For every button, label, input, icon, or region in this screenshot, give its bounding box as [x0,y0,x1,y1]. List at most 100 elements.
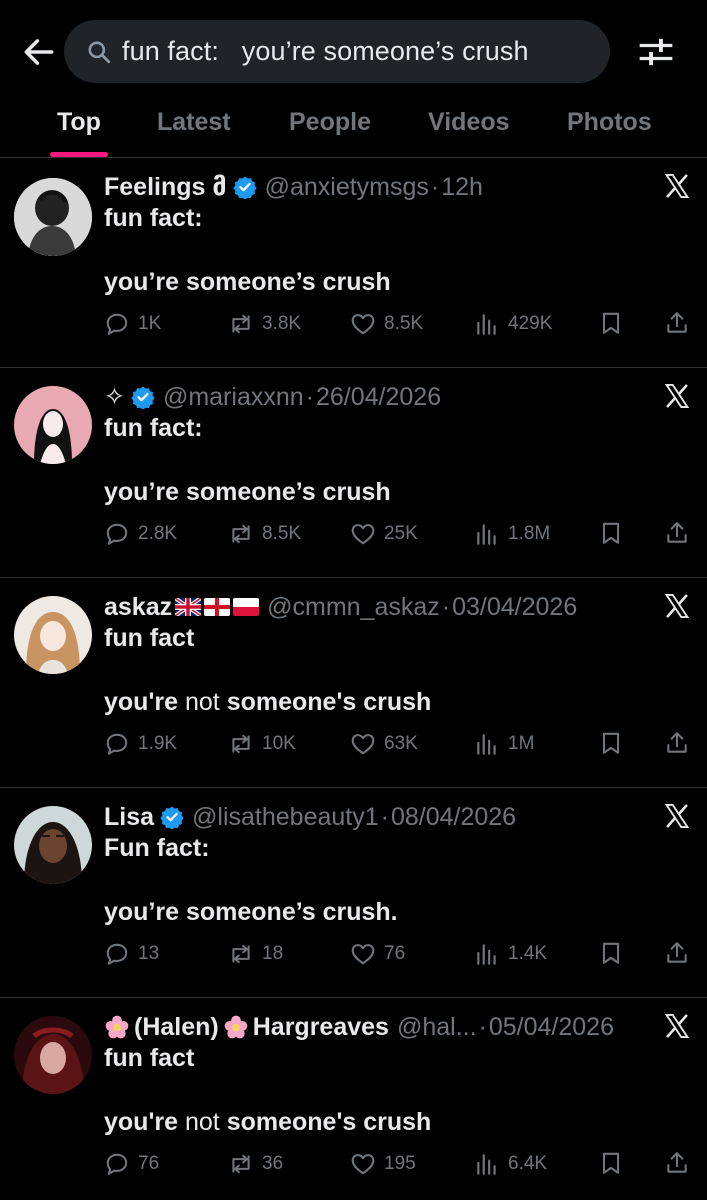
post-header: Lisa @lisathebeauty1 · 08/04/2026 [104,800,516,834]
author-name-part[interactable]: Hargreaves [253,1013,389,1042]
reply-icon [104,1151,130,1177]
share-icon[interactable] [664,730,690,756]
post-text-line1: fun fact: [104,204,203,232]
share-icon[interactable] [664,1150,690,1176]
avatar[interactable] [14,386,92,464]
reply-button[interactable]: 13 [104,938,159,970]
author-name[interactable]: askaz [104,593,172,622]
author-name-part[interactable]: (Halen) [134,1013,219,1042]
author-handle[interactable]: @cmmn_askaz [267,593,440,622]
tab-latest[interactable]: Latest [157,108,231,137]
post-header: (Halen) Hargreaves @hal... · 05/04/2026 [104,1010,614,1044]
post-header: askaz @cmmn_askaz · 03/04/2026 [104,590,577,624]
reply-button[interactable]: 2.8K [104,518,177,550]
avatar-image-icon [14,386,92,464]
post-actions: 1K 3.8K 8.5K 429K [104,308,694,340]
author-handle[interactable]: @lisathebeauty1 [192,803,379,832]
tab-people[interactable]: People [289,108,371,137]
share-icon[interactable] [664,940,690,966]
tab-top[interactable]: Top [57,108,101,137]
repost-button[interactable]: 8.5K [228,518,301,550]
search-input[interactable]: fun fact: you’re someone’s crush [64,20,610,83]
like-count: 76 [384,943,406,964]
x-logo-icon[interactable] [663,592,691,620]
post-item[interactable]: askaz @cmmn_askaz · 03/04/2026 fun fact … [0,578,707,788]
like-button[interactable]: 63K [350,728,418,760]
post-time[interactable]: 08/04/2026 [391,803,516,832]
post-item[interactable]: (Halen) Hargreaves @hal... · 05/04/2026 … [0,998,707,1200]
search-icon [88,41,111,64]
like-count: 63K [384,733,418,754]
like-icon [350,521,376,547]
repost-icon [228,1151,254,1177]
x-logo-icon[interactable] [663,802,691,830]
avatar[interactable] [14,178,92,256]
views-button[interactable]: 1.8M [474,518,550,550]
avatar[interactable] [14,1016,92,1094]
views-button[interactable]: 6.4K [474,1148,547,1180]
views-button[interactable]: 429K [474,308,552,340]
separator-dot: · [441,592,451,621]
post-time[interactable]: 05/04/2026 [489,1013,614,1042]
post-time[interactable]: 26/04/2026 [316,383,441,412]
repost-count: 3.8K [262,313,302,334]
bookmark-icon[interactable] [598,1150,624,1176]
post-text-line1: Fun fact: [104,834,210,862]
post-item[interactable]: Feelings მ @anxietymsgs · 12h fun fact: … [0,158,707,368]
post-actions: 13 18 76 1.4K [104,938,694,970]
post-text-part: you're [104,1108,185,1136]
separator-dot: · [430,172,440,201]
reply-icon [104,731,130,757]
views-button[interactable]: 1M [474,728,534,760]
search-filter-icon[interactable] [636,34,676,70]
like-button[interactable]: 76 [350,938,405,970]
views-count: 6.4K [508,1153,548,1174]
separator-dot: · [478,1012,487,1041]
avatar[interactable] [14,806,92,884]
x-logo-icon[interactable] [663,172,691,200]
share-icon[interactable] [664,520,690,546]
avatar-image-icon [14,1016,92,1094]
post-text-line2: you’re someone’s crush [104,478,391,506]
author-name[interactable]: ✧ [104,382,125,412]
share-icon[interactable] [664,310,690,336]
views-count: 1.8M [508,523,551,544]
bookmark-icon[interactable] [598,520,624,546]
author-name[interactable]: Lisa [104,803,154,832]
back-arrow-icon[interactable] [20,33,58,71]
like-count: 25K [384,523,418,544]
avatar[interactable] [14,596,92,674]
author-handle[interactable]: @mariaxxnn [163,383,304,412]
post-text-line1: fun fact [104,1044,195,1072]
post-time[interactable]: 03/04/2026 [452,593,577,622]
reply-button[interactable]: 1K [104,308,161,340]
repost-button[interactable]: 18 [228,938,283,970]
bookmark-icon[interactable] [598,940,624,966]
repost-button[interactable]: 3.8K [228,308,301,340]
repost-button[interactable]: 36 [228,1148,283,1180]
bookmark-icon[interactable] [598,310,624,336]
post-text-part: not [184,688,220,716]
x-logo-icon[interactable] [663,1012,691,1040]
reply-button[interactable]: 76 [104,1148,159,1180]
search-header: fun fact: you’re someone’s crush Top Lat… [0,0,707,158]
post-item[interactable]: ✧ @mariaxxnn · 26/04/2026 fun fact: you’… [0,368,707,578]
author-handle[interactable]: @hal... [397,1013,477,1042]
post-actions: 1.9K 10K 63K 1M [104,728,694,760]
author-name[interactable]: Feelings მ [104,172,227,202]
like-button[interactable]: 25K [350,518,418,550]
tab-videos[interactable]: Videos [428,108,510,137]
like-icon [350,1151,376,1177]
x-logo-icon[interactable] [663,382,691,410]
like-button[interactable]: 8.5K [350,308,423,340]
repost-icon [228,521,254,547]
views-button[interactable]: 1.4K [474,938,547,970]
post-time[interactable]: 12h [441,173,483,202]
like-button[interactable]: 195 [350,1148,416,1180]
bookmark-icon[interactable] [598,730,624,756]
repost-button[interactable]: 10K [228,728,296,760]
reply-button[interactable]: 1.9K [104,728,177,760]
post-item[interactable]: Lisa @lisathebeauty1 · 08/04/2026 Fun fa… [0,788,707,998]
tab-photos[interactable]: Photos [567,108,652,137]
author-handle[interactable]: @anxietymsgs [265,173,429,202]
